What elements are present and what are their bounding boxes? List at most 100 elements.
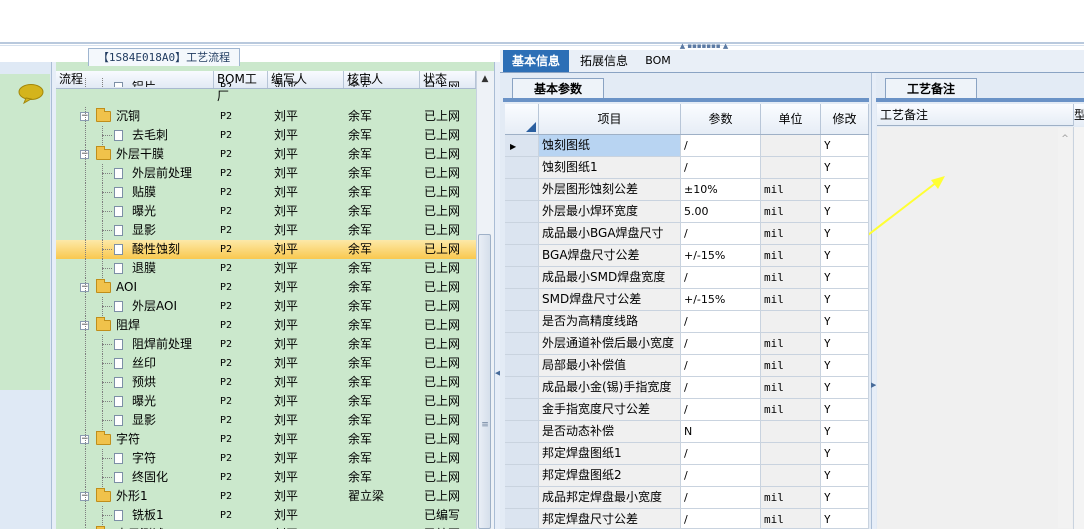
params-row-value[interactable]: N <box>681 421 761 442</box>
tree-row[interactable]: 显影 P2 刘平 余军 已上网 <box>56 411 476 430</box>
row-header[interactable] <box>505 377 539 398</box>
tab-basic-params[interactable]: 基本参数 <box>512 78 604 99</box>
col-header-value[interactable]: 参数 <box>681 104 761 134</box>
notes-column-header-2[interactable]: 型 <box>1073 104 1084 126</box>
row-header[interactable] <box>505 355 539 376</box>
tree-row[interactable]: − 外形1 P2 刘平 翟立梁 已上网 <box>56 487 476 506</box>
row-header[interactable] <box>505 487 539 508</box>
params-row-value[interactable]: / <box>681 355 761 376</box>
tree-row[interactable]: 阻焊前处理 P2 刘平 余军 已上网 <box>56 335 476 354</box>
row-header[interactable] <box>505 289 539 310</box>
params-row[interactable]: BGA焊盘尺寸公差 +/-15% mil Y <box>505 245 869 267</box>
chat-bubble-icon[interactable] <box>18 84 44 104</box>
params-row[interactable]: 外层图形蚀刻公差 ±10% mil Y <box>505 179 869 201</box>
tree-row[interactable]: 终固化 P2 刘平 余军 已上网 <box>56 468 476 487</box>
tree-row[interactable]: 酸性蚀刻 P2 刘平 余军 已上网 <box>56 240 476 259</box>
tree-row[interactable]: − 沉铜 P2 刘平 余军 已上网 <box>56 107 476 126</box>
tree-row[interactable]: −电子测试P2刘平已编写 <box>56 525 476 529</box>
params-row[interactable]: 成品最小BGA焊盘尺寸 / mil Y <box>505 223 869 245</box>
col-header-modify[interactable]: 修改 <box>821 104 869 134</box>
tree-row[interactable]: − 字符 P2 刘平 余军 已上网 <box>56 430 476 449</box>
tree-row[interactable]: − 阻焊 P2 刘平 余军 已上网 <box>56 316 476 335</box>
params-row[interactable]: 邦定焊盘图纸1/ Y <box>505 443 869 465</box>
row-header[interactable] <box>505 509 539 528</box>
params-row-value[interactable]: +/-15% <box>681 289 761 310</box>
tree-row[interactable]: 外层AOI P2 刘平 余军 已上网 <box>56 297 476 316</box>
tree-row[interactable]: − AOI P2 刘平 余军 已上网 <box>56 278 476 297</box>
tree-row[interactable]: − 外层干膜 P2 刘平 余军 已上网 <box>56 145 476 164</box>
col-header-item[interactable]: 项目 <box>539 104 681 134</box>
tree-row[interactable]: 显影 P2 刘平 余军 已上网 <box>56 221 476 240</box>
params-row[interactable]: 外层最小焊环宽度 5.00 mil Y <box>505 201 869 223</box>
tree-row[interactable]: 铣板1 P2 刘平 已编写 <box>56 506 476 525</box>
notes-column-header[interactable]: 工艺备注 <box>877 104 1073 126</box>
params-row[interactable]: 金手指宽度尺寸公差 / mil Y <box>505 399 869 421</box>
tree-row[interactable]: 丝印 P2 刘平 余军 已上网 <box>56 354 476 373</box>
tree-row-writer: 刘平 <box>274 375 299 389</box>
col-header-unit[interactable]: 单位 <box>761 104 821 134</box>
row-header[interactable] <box>505 311 539 332</box>
tree-row[interactable]: 外层前处理 P2 刘平 余军 已上网 <box>56 164 476 183</box>
params-row[interactable]: 成品邦定焊盘最小宽度 / mil Y <box>505 487 869 509</box>
tab-bom[interactable]: BOM <box>640 50 676 72</box>
params-row[interactable]: 成品最小金(锡)手指宽度 / mil Y <box>505 377 869 399</box>
params-row[interactable]: 外层通道补偿后最小宽度 / mil Y <box>505 333 869 355</box>
tree-row[interactable]: 曝光 P2 刘平 余军 已上网 <box>56 392 476 411</box>
params-row[interactable]: SMD焊盘尺寸公差 +/-15% mil Y <box>505 289 869 311</box>
tab-basic-info[interactable]: 基本信息 <box>503 50 569 72</box>
params-row[interactable]: 蚀刻图纸1/ Y <box>505 157 869 179</box>
params-row[interactable]: 成品最小SMD焊盘宽度 / mil Y <box>505 267 869 289</box>
tree-row[interactable]: 铝片 P2 刘平 余军 已上网 <box>56 78 476 87</box>
row-header[interactable] <box>505 201 539 222</box>
params-row-value[interactable]: +/-15% <box>681 245 761 266</box>
params-row-value[interactable]: / <box>681 333 761 354</box>
row-header[interactable] <box>505 223 539 244</box>
params-row-value[interactable]: / <box>681 377 761 398</box>
tab-process-notes[interactable]: 工艺备注 <box>885 78 977 99</box>
params-row-value[interactable]: / <box>681 311 761 332</box>
params-row-value[interactable]: / <box>681 157 761 178</box>
params-row-value[interactable]: ±10% <box>681 179 761 200</box>
splitter-grip-top[interactable]: ▲ ▪▪▪▪▪▪▪ ▲ <box>672 43 736 50</box>
row-header[interactable] <box>505 157 539 178</box>
center-splitter-left-arrow-icon[interactable]: ◀ <box>495 368 500 378</box>
tree-row[interactable]: 曝光 P2 刘平 余军 已上网 <box>56 202 476 221</box>
row-header[interactable] <box>505 267 539 288</box>
tree-row[interactable]: 字符 P2 刘平 余军 已上网 <box>56 449 476 468</box>
tree-row[interactable]: 贴膜 P2 刘平 余军 已上网 <box>56 183 476 202</box>
tab-extended-info[interactable]: 拓展信息 <box>574 50 634 72</box>
params-row[interactable]: 是否为高精度线路 / Y <box>505 311 869 333</box>
params-row[interactable]: ▶ 蚀刻图纸 / Y <box>505 135 869 157</box>
tree-row[interactable]: 去毛刺 P2 刘平 余军 已上网 <box>56 126 476 145</box>
params-row[interactable]: 是否动态补偿 N Y <box>505 421 869 443</box>
row-header[interactable] <box>505 465 539 486</box>
tree-row[interactable]: 预烘 P2 刘平 余军 已上网 <box>56 373 476 392</box>
row-header[interactable] <box>505 399 539 420</box>
params-row[interactable]: 邦定焊盘尺寸公差 / mil Y <box>505 509 869 529</box>
params-row[interactable]: 局部最小补偿值 / mil Y <box>505 355 869 377</box>
params-row-value[interactable]: 5.00 <box>681 201 761 222</box>
params-row-value[interactable]: / <box>681 135 761 156</box>
params-row-value[interactable]: / <box>681 399 761 420</box>
params-row-value[interactable]: / <box>681 267 761 288</box>
row-header[interactable] <box>505 421 539 442</box>
grid-corner[interactable] <box>505 104 539 134</box>
row-header[interactable] <box>505 333 539 354</box>
params-row-value[interactable]: / <box>681 487 761 508</box>
tree-row[interactable]: 退膜 P2 刘平 余军 已上网 <box>56 259 476 278</box>
row-header[interactable] <box>505 245 539 266</box>
tree-scrollbar-thumb[interactable] <box>478 234 491 529</box>
params-row-value[interactable]: / <box>681 443 761 464</box>
row-header[interactable] <box>505 443 539 464</box>
tree-connector <box>85 107 86 126</box>
tree-scroll-up-icon[interactable]: ▲ <box>479 74 491 84</box>
notes-scrollbar[interactable] <box>1058 128 1072 528</box>
notes-scroll-up-icon[interactable]: ^ <box>1059 134 1071 144</box>
params-row-value[interactable]: / <box>681 465 761 486</box>
params-row[interactable]: 邦定焊盘图纸2/ Y <box>505 465 869 487</box>
params-row-value[interactable]: / <box>681 509 761 528</box>
row-header[interactable]: ▶ <box>505 135 539 156</box>
row-header[interactable] <box>505 179 539 200</box>
params-row-value[interactable]: / <box>681 223 761 244</box>
right-splitter-arrow-icon[interactable]: ▶ <box>871 380 876 390</box>
